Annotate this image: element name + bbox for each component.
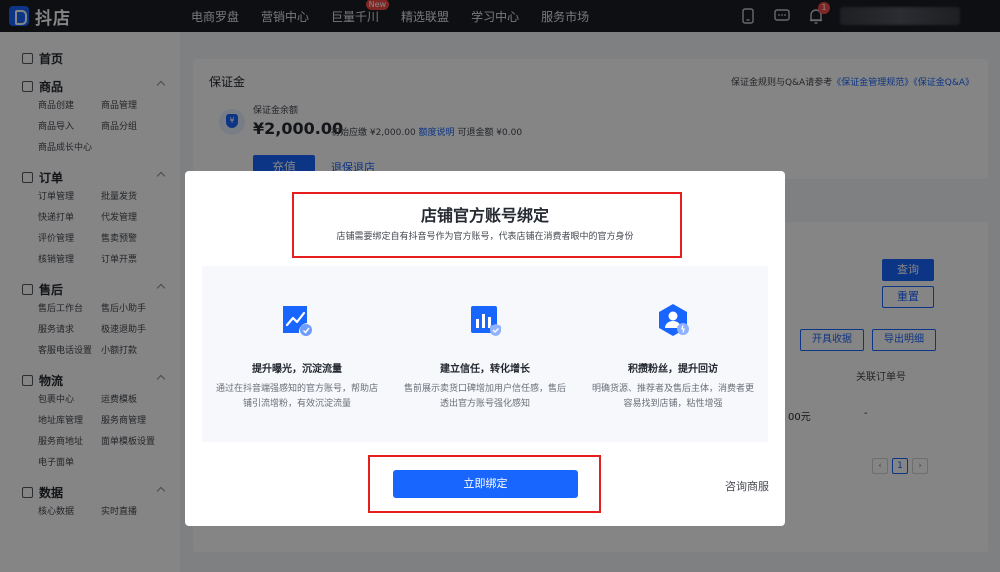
feature-desc: 明确货源、推荐者及售后主体，消费者更容易找到店铺，粘性增强: [591, 384, 754, 409]
trust-chart-icon: [471, 306, 501, 337]
bind-now-button[interactable]: 立即绑定: [393, 470, 578, 498]
modal-title: 店铺官方账号绑定: [420, 206, 549, 225]
feature-fans: 积攒粉丝，提升回访 明确货源、推荐者及售后主体，消费者更容易找到店铺，粘性增强: [578, 266, 768, 442]
modal-subtitle: 店铺需要绑定自有抖音号作为官方账号，代表店铺在消费者眼中的官方身份: [336, 232, 634, 242]
feature-title: 积攒粉丝，提升回访: [628, 364, 718, 375]
feature-title: 提升曝光，沉淀流量: [252, 364, 342, 375]
feature-panel: 提升曝光，沉淀流量 通过在抖音端强感知的官方账号，帮助店铺引流增粉，有效沉淀流量…: [202, 266, 768, 442]
consult-service-link[interactable]: 咨询商服: [725, 478, 769, 494]
feature-trust: 建立信任，转化增长 售前展示卖货口碑增加用户信任感，售后透出官方账号强化感知: [390, 266, 580, 442]
trend-up-icon: [283, 306, 312, 336]
fans-group-icon: [659, 304, 689, 336]
feature-desc: 通过在抖音端强感知的官方账号，帮助店铺引流增粉，有效沉淀流量: [215, 384, 378, 409]
feature-title: 建立信任，转化增长: [440, 364, 530, 375]
feature-desc: 售前展示卖货口碑增加用户信任感，售后透出官方账号强化感知: [403, 384, 566, 409]
feature-exposure: 提升曝光，沉淀流量 通过在抖音端强感知的官方账号，帮助店铺引流增粉，有效沉淀流量: [202, 266, 392, 442]
bind-account-modal: 店铺官方账号绑定 店铺需要绑定自有抖音号作为官方账号，代表店铺在消费者眼中的官方…: [185, 171, 785, 526]
